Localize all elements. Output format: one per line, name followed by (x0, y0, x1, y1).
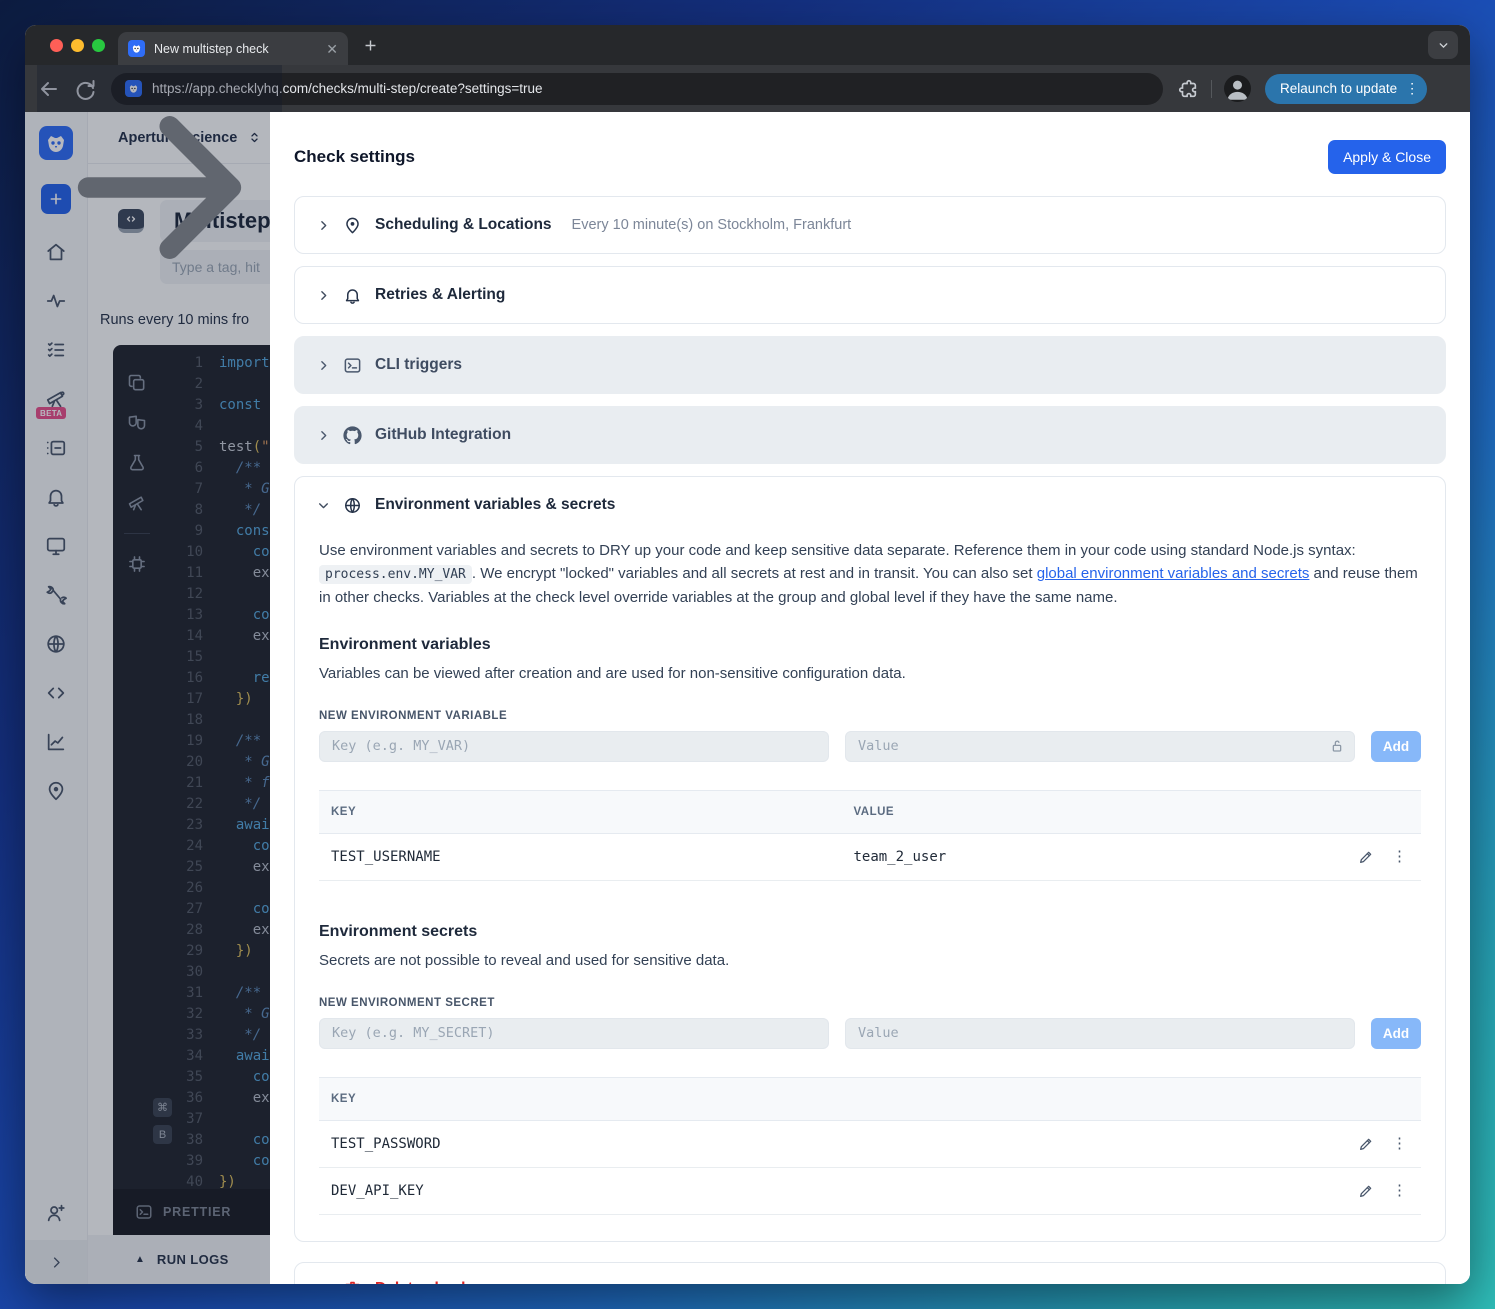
env-variables-subtext: Variables can be viewed after creation a… (319, 664, 906, 682)
bell-icon (343, 286, 362, 305)
chevron-down-icon (317, 499, 330, 512)
browser-window: New multistep check ✕ https://app.checkl… (25, 25, 1470, 1284)
modal-dim-overlay (25, 112, 270, 1284)
variables-table: KEY VALUE TEST_USERNAME team_2_user ⋮ (319, 789, 1421, 881)
forward-button[interactable] (37, 65, 282, 259)
check-settings-panel: Check settings Apply & Close Scheduling … (270, 112, 1470, 1284)
lock-open-icon[interactable] (1329, 738, 1345, 754)
section-scheduling-locations[interactable]: Scheduling & Locations Every 10 minute(s… (294, 196, 1446, 254)
edit-pencil-icon[interactable] (1358, 1183, 1374, 1199)
secret-key: TEST_PASSWORD (331, 1135, 441, 1152)
section-title: Retries & Alerting (375, 286, 506, 303)
secret-key-input[interactable] (319, 1017, 829, 1049)
cli-terminal-icon (343, 356, 362, 375)
minimize-window-button[interactable] (71, 39, 84, 52)
chevron-right-icon (317, 289, 330, 302)
profile-avatar[interactable] (1224, 75, 1251, 102)
row-menu-icon[interactable]: ⋮ (1392, 1136, 1407, 1151)
section-summary: Every 10 minute(s) on Stockholm, Frankfu… (571, 217, 852, 233)
chevron-right-icon (317, 359, 330, 372)
chevron-right-icon (317, 1282, 330, 1284)
trash-icon (343, 1279, 362, 1284)
relaunch-label: Relaunch to update (1280, 81, 1398, 96)
env-variables-heading: Environment variables (319, 635, 491, 653)
column-header-value: VALUE (853, 805, 895, 818)
page-title: Check settings (294, 147, 415, 166)
variable-key: TEST_USERNAME (331, 848, 441, 865)
env-desc-text: . We encrypt "locked" variables and all … (471, 565, 1037, 583)
variable-key-input[interactable] (319, 730, 829, 762)
row-menu-icon[interactable]: ⋮ (1392, 849, 1407, 864)
secrets-table: KEY TEST_PASSWORD ⋮ DEV_API_KEY ⋮ (319, 1076, 1421, 1215)
add-secret-button[interactable]: Add (1371, 1017, 1421, 1049)
code-chip: process.env.MY_VAR (319, 565, 472, 585)
variable-value: team_2_user (853, 848, 947, 865)
section-title: Scheduling & Locations (375, 216, 552, 233)
window-controls (50, 39, 105, 52)
relaunch-to-update-button[interactable]: Relaunch to update ⋮ (1265, 73, 1428, 104)
variable-value-input[interactable] (845, 730, 1355, 762)
delete-check-label: Delete check (375, 1280, 470, 1284)
section-env-variables: Environment variables & secrets Use envi… (294, 476, 1446, 1242)
section-github-integration[interactable]: GitHub Integration (294, 406, 1446, 464)
add-variable-button[interactable]: Add (1371, 730, 1421, 762)
column-header-key: KEY (331, 805, 357, 818)
edit-pencil-icon[interactable] (1358, 1136, 1374, 1152)
variables-rows: TEST_USERNAME team_2_user ⋮ (319, 834, 1421, 881)
checkly-favicon (128, 40, 145, 57)
chevron-right-icon (317, 429, 330, 442)
secrets-rows: TEST_PASSWORD ⋮ DEV_API_KEY ⋮ (319, 1121, 1421, 1215)
apply-close-button[interactable]: Apply & Close (1328, 140, 1446, 174)
table-row: TEST_USERNAME team_2_user ⋮ (319, 834, 1421, 881)
tab-title: New multistep check (154, 41, 269, 56)
env-desc-text: Use environment variables and secrets to… (319, 542, 1356, 559)
global-env-vars-link[interactable]: global environment variables and secrets (1037, 565, 1310, 582)
env-secrets-heading: Environment secrets (319, 922, 478, 940)
table-row: TEST_PASSWORD ⋮ (319, 1121, 1421, 1168)
section-title: Environment variables & secrets (375, 496, 616, 513)
browser-tab[interactable]: New multistep check ✕ (118, 32, 348, 65)
github-icon (343, 425, 362, 445)
globe-icon (343, 496, 362, 515)
chevron-right-icon (317, 219, 330, 232)
env-secrets-subtext: Secrets are not possible to reveal and u… (319, 951, 730, 969)
secret-value-input[interactable] (845, 1017, 1355, 1049)
tab-close-icon[interactable]: ✕ (326, 42, 338, 56)
table-row: DEV_API_KEY ⋮ (319, 1168, 1421, 1215)
section-title: GitHub Integration (375, 426, 512, 443)
tab-search-button[interactable] (1428, 31, 1458, 59)
toolbar-divider (1211, 79, 1212, 98)
maximize-window-button[interactable] (92, 39, 105, 52)
app-content: BETA Aperture Science Multistep Type a t… (25, 112, 1470, 1284)
section-delete-check[interactable]: Delete check (294, 1261, 1446, 1284)
new-env-variable-label: NEW ENVIRONMENT VARIABLE (319, 709, 508, 722)
section-title: CLI triggers (375, 356, 462, 373)
new-env-secret-label: NEW ENVIRONMENT SECRET (319, 996, 495, 1009)
edit-pencil-icon[interactable] (1358, 849, 1374, 865)
section-env-header[interactable]: Environment variables & secrets (295, 477, 1445, 533)
location-pin-icon (343, 216, 362, 235)
extensions-icon[interactable] (1177, 78, 1199, 100)
new-tab-button[interactable] (362, 37, 379, 54)
browser-menu-icon[interactable]: ⋮ (1405, 80, 1419, 97)
secret-key: DEV_API_KEY (331, 1182, 424, 1199)
tab-strip: New multistep check ✕ (25, 25, 1470, 65)
browser-toolbar: https://app.checklyhq.com/checks/multi-s… (25, 65, 1470, 259)
column-header-key: KEY (331, 1092, 357, 1105)
section-cli-triggers[interactable]: CLI triggers (294, 336, 1446, 394)
section-retries-alerting[interactable]: Retries & Alerting (294, 266, 1446, 324)
env-description: Use environment variables and secrets to… (319, 539, 1421, 609)
close-window-button[interactable] (50, 39, 63, 52)
row-menu-icon[interactable]: ⋮ (1392, 1183, 1407, 1198)
